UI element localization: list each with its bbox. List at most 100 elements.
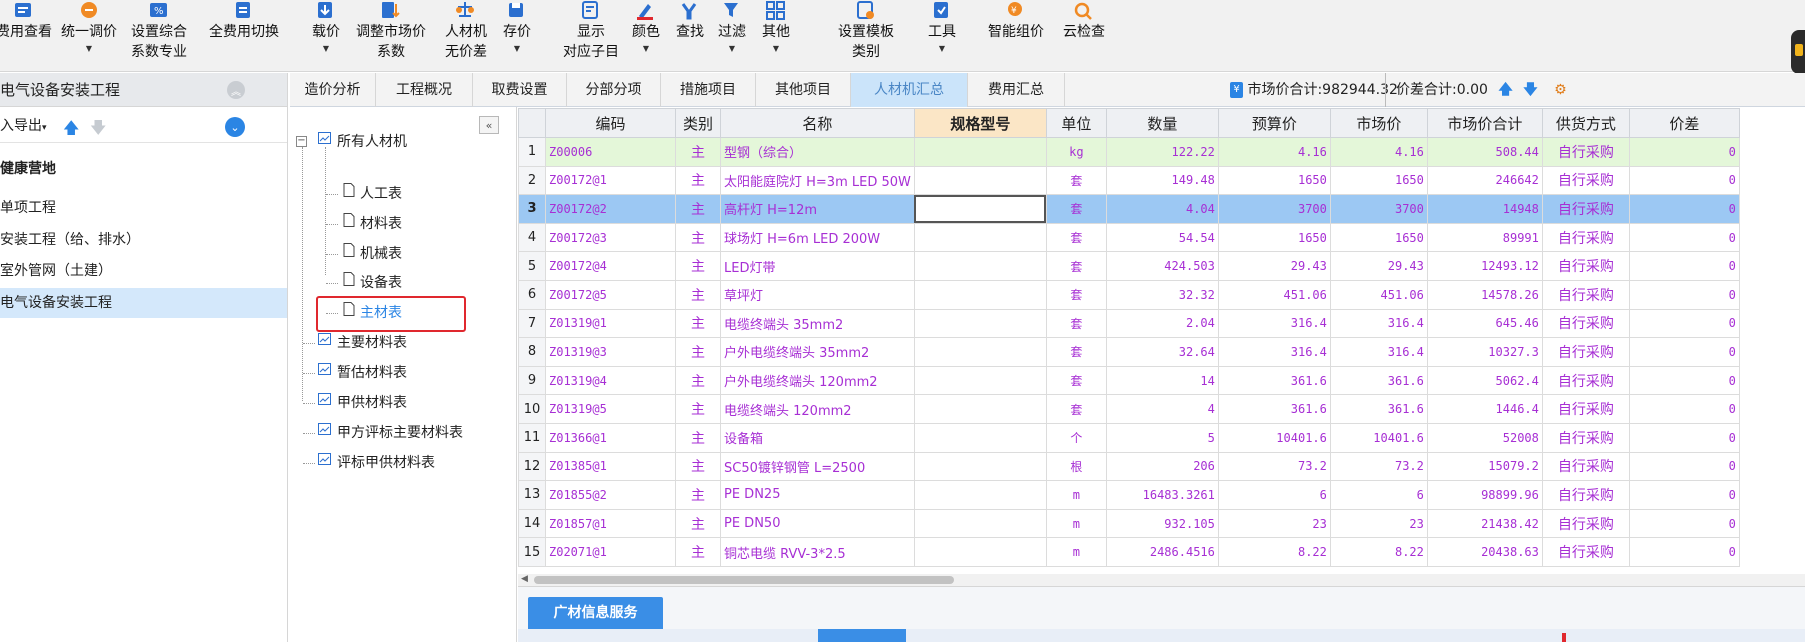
toolbar-button-9[interactable]: 颜色 ▼ <box>626 0 666 72</box>
cell-unit[interactable]: 套 <box>1045 251 1107 281</box>
cell-spec[interactable] <box>913 194 1047 224</box>
cell-qty[interactable]: 4.04 <box>1105 194 1219 224</box>
cell-code[interactable]: Z01319@5 <box>545 394 676 424</box>
scroll-thumb[interactable] <box>534 576 954 584</box>
cell-cat[interactable]: 主 <box>675 422 721 453</box>
cell-spec[interactable] <box>913 251 1047 281</box>
column-header[interactable]: 数量 <box>1105 108 1219 138</box>
project-item[interactable]: 健康营地 <box>0 154 287 184</box>
cell-total[interactable]: 15079.2 <box>1426 451 1543 482</box>
table-row[interactable]: 5 Z00172@4 主 LED灯带套 424.503 29.43 29.43 12493.1… <box>518 251 1740 281</box>
cell-qty[interactable]: 2.04 <box>1105 308 1219 339</box>
cell-code[interactable]: Z00172@2 <box>545 194 676 224</box>
table-row[interactable]: 2 Z00172@1 主太阳能庭院灯 H=3m LED 50W 套 149.48 1650… <box>518 165 1740 196</box>
cell-budget[interactable]: 8.22 <box>1217 537 1331 567</box>
cell-cat[interactable]: 主 <box>675 394 721 424</box>
cell-qty[interactable]: 206 <box>1105 451 1219 482</box>
horizontal-scrollbar[interactable]: ◀ <box>518 574 1805 586</box>
toolbar-button-8[interactable]: 显示 对应子目 <box>556 0 626 72</box>
column-header[interactable]: 预算价 <box>1217 108 1331 138</box>
toolbar-button-7[interactable]: 存价 ▼ <box>497 0 537 72</box>
tree-node-all[interactable]: 所有人材机 <box>317 129 407 155</box>
cell-total[interactable]: 10327.3 <box>1426 337 1543 367</box>
table-row[interactable]: 15 Z02071@1 主铜芯电缆 RVV-3*2.5 m 2486.4516 8.22 8… <box>518 537 1740 567</box>
cell-cat[interactable]: 主 <box>675 165 721 196</box>
cell-spec[interactable] <box>913 508 1047 539</box>
cell-market[interactable]: 451.06 <box>1329 279 1428 310</box>
cell-total[interactable]: 52008 <box>1426 422 1543 453</box>
cell-total[interactable]: 246642 <box>1426 165 1543 196</box>
info-strip-active[interactable] <box>818 629 906 642</box>
cell-total[interactable]: 5062.4 <box>1426 365 1543 396</box>
toolbar-button-2[interactable]: % 设置综合 系数专业 <box>118 0 200 72</box>
cell-spec[interactable] <box>913 480 1047 510</box>
cell-cat[interactable]: 主 <box>675 222 721 253</box>
cell-cat[interactable]: 主 <box>675 451 721 482</box>
cell-qty[interactable]: 149.48 <box>1105 165 1219 196</box>
cell-code[interactable]: Z01319@4 <box>545 365 676 396</box>
cell-budget[interactable]: 361.6 <box>1217 365 1331 396</box>
cell-spec[interactable] <box>913 222 1047 253</box>
cell-diff[interactable]: 0 <box>1628 279 1740 310</box>
cell-name[interactable]: 户外电缆终端头 35mm2 <box>720 337 915 367</box>
cell-diff[interactable]: 0 <box>1628 451 1740 482</box>
cell-budget[interactable]: 361.6 <box>1217 394 1331 424</box>
cell-name[interactable]: 太阳能庭院灯 H=3m LED 50W <box>720 165 915 196</box>
cell-name[interactable]: 设备箱 <box>720 422 915 453</box>
move-up-icon[interactable]: 🡅 <box>63 117 79 144</box>
cell-market[interactable]: 316.4 <box>1329 337 1428 367</box>
column-header[interactable]: 类别 <box>675 108 721 138</box>
cell-total[interactable]: 1446.4 <box>1426 394 1543 424</box>
cell-budget[interactable]: 3700 <box>1217 194 1331 224</box>
cell-qty[interactable]: 2486.4516 <box>1105 537 1219 567</box>
cell-cat[interactable]: 主 <box>675 308 721 339</box>
cell-code[interactable]: Z02071@1 <box>545 537 676 567</box>
cell-supply[interactable]: 自行采购 <box>1541 451 1630 482</box>
tree-node-report[interactable]: 评标甲供材料表 <box>317 450 435 476</box>
cell-market[interactable]: 6 <box>1329 480 1428 510</box>
cell-diff[interactable]: 0 <box>1628 222 1740 253</box>
cell-code[interactable]: Z00172@5 <box>545 279 676 310</box>
cell-total[interactable]: 20438.63 <box>1426 537 1543 567</box>
cell-supply[interactable]: 自行采购 <box>1541 222 1630 253</box>
project-item[interactable]: 安装工程（给、排水） <box>0 225 287 255</box>
column-header[interactable]: 编码 <box>545 108 676 138</box>
cell-code[interactable]: Z01366@1 <box>545 422 676 453</box>
tab-3[interactable]: 分部分项 <box>567 73 661 107</box>
cell-name[interactable]: 户外电缆终端头 120mm2 <box>720 365 915 396</box>
cell-total[interactable]: 645.46 <box>1426 308 1543 339</box>
cell-unit[interactable]: m <box>1045 508 1107 539</box>
cell-total[interactable]: 14578.26 <box>1426 279 1543 310</box>
cell-name[interactable]: 铜芯电缆 RVV-3*2.5 <box>720 537 915 567</box>
cell-name[interactable]: 高杆灯 H=12m <box>720 194 915 224</box>
cell-qty[interactable]: 54.54 <box>1105 222 1219 253</box>
toolbar-button-14[interactable]: 工具 ▼ <box>918 0 966 72</box>
table-row[interactable]: 6 Z00172@5 主草坪灯套 32.32 451.06 451.06 14578.26 自… <box>518 279 1740 310</box>
dropdown-arrow-icon[interactable]: ▼ <box>323 42 329 56</box>
cell-supply[interactable]: 自行采购 <box>1541 137 1630 167</box>
cell-budget[interactable]: 29.43 <box>1217 251 1331 281</box>
cell-cat[interactable]: 主 <box>675 194 721 224</box>
arrow-down-icon[interactable]: 🡇 <box>1523 82 1537 98</box>
cell-spec[interactable] <box>913 451 1047 482</box>
table-row[interactable]: 4 Z00172@3 主球场灯 H=6m LED 200W 套 54.54 1650 165… <box>518 222 1740 253</box>
table-row[interactable]: 10 Z01319@5 主电缆终端头 120mm2 套 4 361.6 361.6 1446.… <box>518 394 1740 424</box>
toolbar-button-12[interactable]: 其他 ▼ <box>756 0 796 72</box>
dropdown-arrow-icon[interactable]: ▼ <box>939 42 945 56</box>
cell-name[interactable]: PE DN25 <box>720 480 915 510</box>
cell-supply[interactable]: 自行采购 <box>1541 337 1630 367</box>
cell-spec[interactable] <box>913 537 1047 567</box>
cell-total[interactable]: 98899.96 <box>1426 480 1543 510</box>
collapse-left-icon[interactable]: « <box>479 116 499 134</box>
cell-budget[interactable]: 6 <box>1217 480 1331 510</box>
toolbar-button-1[interactable]: 统一调价 ▼ <box>60 0 118 72</box>
cell-diff[interactable]: 0 <box>1628 251 1740 281</box>
cell-market[interactable]: 23 <box>1329 508 1428 539</box>
column-header[interactable] <box>518 108 546 138</box>
cell-diff[interactable]: 0 <box>1628 480 1740 510</box>
cell-spec[interactable] <box>913 337 1047 367</box>
cell-supply[interactable]: 自行采购 <box>1541 480 1630 510</box>
cell-qty[interactable]: 32.32 <box>1105 279 1219 310</box>
dropdown-arrow-icon[interactable]: ▼ <box>729 42 735 56</box>
cell-unit[interactable]: m <box>1045 480 1107 510</box>
